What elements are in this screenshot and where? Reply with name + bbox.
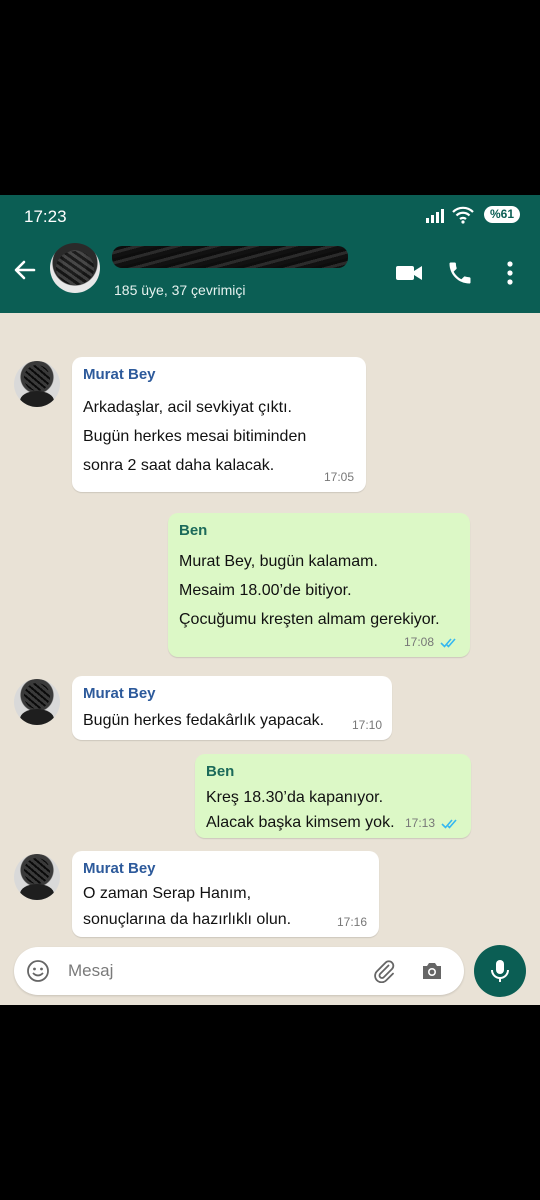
sender-avatar[interactable] <box>14 679 60 725</box>
incoming-message[interactable]: Murat Bey Bugün herkes fedakârlık yapaca… <box>72 676 392 740</box>
wifi-icon <box>452 206 474 224</box>
group-avatar[interactable] <box>50 243 100 293</box>
message-input-bar[interactable]: Mesaj <box>14 947 464 995</box>
outgoing-message[interactable]: Ben Murat Bey, bugün kalamam. Mesaim 18.… <box>168 513 470 657</box>
message-timestamp: 17:08 <box>403 635 434 649</box>
status-time: 17:23 <box>24 207 67 226</box>
signal-icon <box>426 209 444 223</box>
message-text: O zaman Serap Hanım, <box>83 885 252 902</box>
message-timestamp: 17:10 <box>351 718 382 732</box>
message-text: Bugün herkes fedakârlık yapacak. <box>83 712 325 729</box>
message-text: Arkadaşlar, acil sevkiyat çıktı. <box>83 399 292 416</box>
emoji-icon[interactable] <box>26 959 50 983</box>
message-text: sonuçlarına da hazırlıklı olun. <box>83 911 292 928</box>
read-receipt-icon <box>441 819 457 829</box>
microphone-icon <box>491 960 509 982</box>
message-list: Murat Bey Arkadaşlar, acil sevkiyat çıkt… <box>0 313 540 1005</box>
message-timestamp: 17:13 <box>404 816 435 830</box>
more-options-icon[interactable] <box>500 259 520 287</box>
incoming-message[interactable]: Murat Bey O zaman Serap Hanım, sonuçları… <box>72 851 379 937</box>
video-call-icon[interactable] <box>395 259 423 287</box>
outgoing-message[interactable]: Ben Kreş 18.30’da kapanıyor. Alacak başk… <box>195 754 471 838</box>
sender-name: Ben <box>206 763 235 780</box>
message-timestamp: 17:16 <box>336 915 367 929</box>
sender-name: Ben <box>179 522 208 539</box>
voice-message-button[interactable] <box>474 945 526 997</box>
sender-name: Murat Bey <box>83 366 156 383</box>
message-text: Kreş 18.30’da kapanıyor. <box>206 789 384 806</box>
status-bar: 17:23 %61 <box>0 195 540 237</box>
message-text: sonra 2 saat daha kalacak. <box>83 457 275 474</box>
message-text: Alacak başka kimsem yok. <box>206 814 395 831</box>
sender-name: Murat Bey <box>83 685 156 702</box>
message-timestamp: 17:05 <box>323 470 354 484</box>
message-text: Çocuğumu kreşten almam gerekiyor. <box>179 611 440 628</box>
message-text: Murat Bey, bugün kalamam. <box>179 553 378 570</box>
sender-name: Murat Bey <box>83 860 156 877</box>
sender-avatar[interactable] <box>14 854 60 900</box>
message-text: Bugün herkes mesai bitiminden <box>83 428 307 445</box>
group-subtitle: 185 üye, 37 çevrimiçi <box>114 282 246 298</box>
message-input-placeholder[interactable]: Mesaj <box>68 961 113 981</box>
chat-header: 185 üye, 37 çevrimiçi <box>0 237 540 313</box>
voice-call-icon[interactable] <box>446 259 474 287</box>
read-receipt-icon <box>440 638 456 648</box>
camera-icon[interactable] <box>420 959 444 983</box>
attach-icon[interactable] <box>372 959 396 983</box>
group-name-redacted[interactable] <box>112 246 348 268</box>
incoming-message[interactable]: Murat Bey Arkadaşlar, acil sevkiyat çıkt… <box>72 357 366 492</box>
battery-indicator: %61 <box>484 206 520 223</box>
message-text: Mesaim 18.00’de bitiyor. <box>179 582 352 599</box>
sender-avatar[interactable] <box>14 361 60 407</box>
back-arrow-icon[interactable] <box>12 257 38 283</box>
whatsapp-screen: 17:23 %61 185 üye, 37 çevrimiçi Murat Be… <box>0 195 540 1005</box>
